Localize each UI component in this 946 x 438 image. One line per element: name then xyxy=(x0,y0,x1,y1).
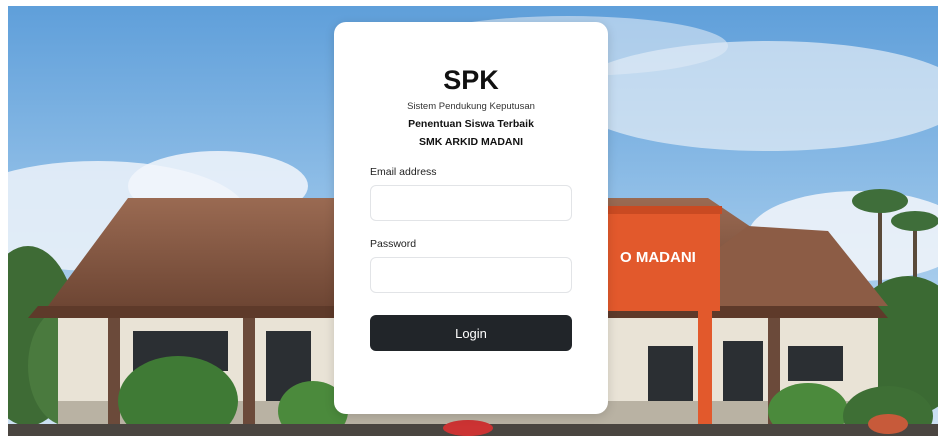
app-heading-line1: Penentuan Siswa Terbaik xyxy=(408,118,534,130)
app-title: SPK xyxy=(443,65,499,95)
password-label: Password xyxy=(370,238,417,250)
app-heading-line2: SMK ARKID MADANI xyxy=(418,136,524,148)
building-sign-text: O MADANI xyxy=(620,249,696,266)
login-card: SPK Sistem Pendukung Keputusan Penentuan… xyxy=(334,22,608,414)
app-subtitle: Sistem Pendukung Keputusan xyxy=(407,101,535,112)
email-label: Email address xyxy=(370,166,437,178)
login-button[interactable]: Login xyxy=(370,315,572,351)
password-field[interactable] xyxy=(370,257,572,293)
email-field[interactable] xyxy=(370,185,572,221)
